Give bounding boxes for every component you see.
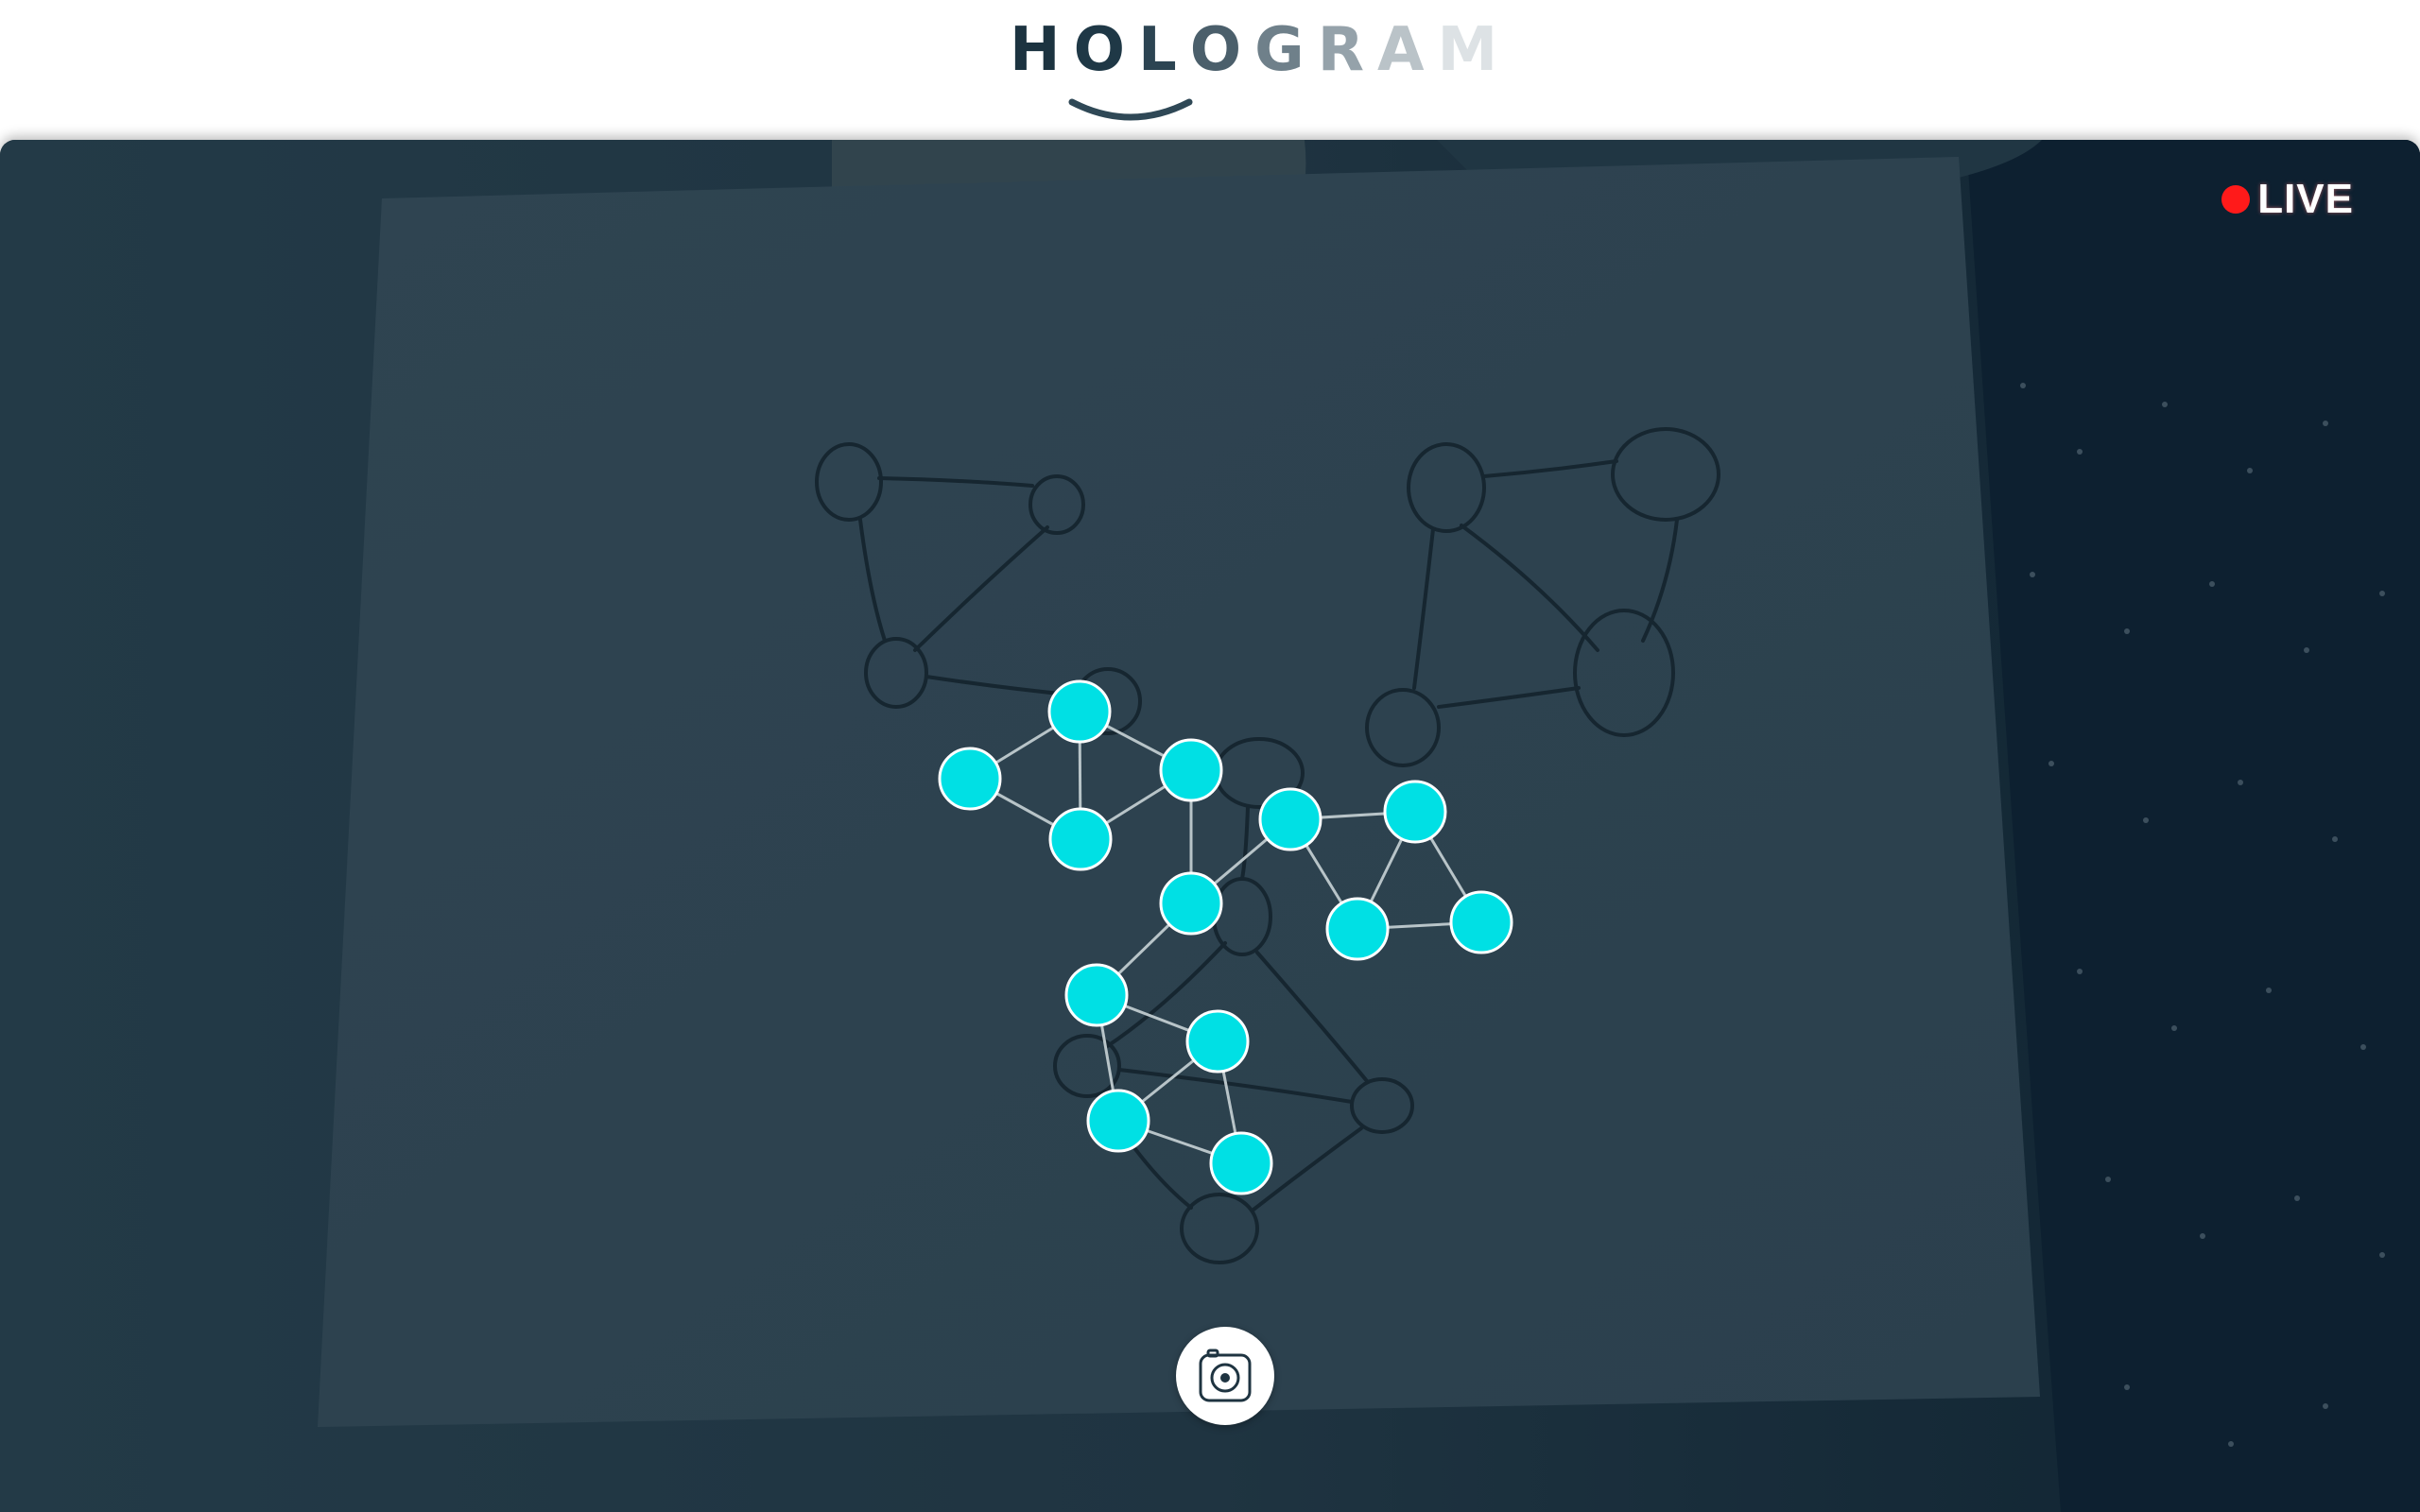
camera-viewport: LIVE [0,140,2420,1512]
graph-node[interactable] [1159,738,1223,802]
graph-node[interactable] [1047,679,1112,744]
graph-node[interactable] [1383,780,1447,844]
logo-text: HOLOGRAM [1010,15,1512,85]
graph-node[interactable] [1258,787,1322,851]
camera-icon [1199,1349,1252,1402]
hologram-logo: HOLOGRAM [1010,17,1497,121]
live-dot-icon [2221,185,2251,214]
graph-node[interactable] [938,747,1002,811]
live-label: LIVE [2257,176,2354,222]
graph-node[interactable] [1048,807,1113,871]
graph-node[interactable] [1086,1089,1150,1153]
app-header: HOLOGRAM [0,0,2420,140]
live-indicator: LIVE [2221,176,2354,223]
graph-node[interactable] [1064,963,1129,1027]
graph-node[interactable] [1449,890,1513,954]
graph-node[interactable] [1325,897,1390,961]
graph-node[interactable] [1159,871,1223,936]
camera-feed [0,140,2420,1512]
logo-smile-icon [1068,98,1193,121]
graph-node[interactable] [1209,1131,1273,1195]
capture-button[interactable] [1176,1327,1274,1425]
graph-node[interactable] [1185,1009,1250,1074]
